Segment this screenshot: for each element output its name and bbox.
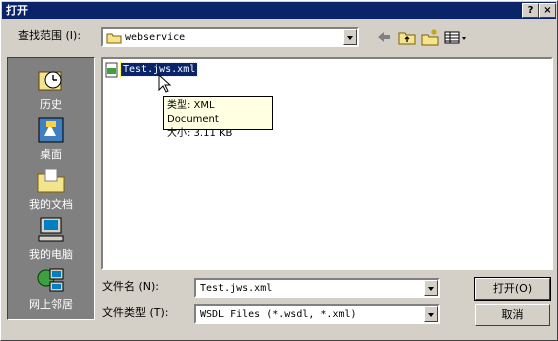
filetype-select[interactable]: WSDL Files (*.wsdl, *.xml) (194, 304, 440, 324)
view-menu-icon[interactable] (444, 27, 468, 47)
open-button[interactable]: 打开(O) (474, 277, 551, 301)
places-bar: 历史 桌面 我的文档 我的电脑 网上邻居 (7, 57, 95, 320)
place-network[interactable]: 网上邻居 (8, 266, 94, 312)
tooltip-size: 大小: 3.11 KB (167, 128, 233, 139)
desktop-icon (36, 116, 66, 144)
place-history[interactable]: 历史 (8, 66, 94, 112)
chevron-down-icon[interactable] (343, 29, 357, 45)
lookin-value: webservice (125, 32, 186, 43)
cancel-button[interactable]: 取消 (475, 304, 550, 326)
open-dialog: 打开 ? × 查找范围 (I): webservice 历史 桌面 我的文档 我… (0, 0, 558, 341)
up-folder-icon[interactable] (398, 27, 416, 47)
place-desktop-label: 桌面 (40, 148, 62, 161)
mouse-cursor-icon (158, 73, 172, 97)
chevron-down-icon[interactable] (424, 280, 438, 296)
tooltip-type: 类型: XML Document (167, 100, 219, 125)
place-my-documents-label: 我的文档 (29, 198, 73, 211)
place-my-computer[interactable]: 我的电脑 (8, 216, 94, 262)
file-list[interactable]: Test.jws.xml 类型: XML Document 大小: 3.11 K… (101, 57, 553, 270)
network-icon (36, 266, 66, 294)
lookin-label: 查找范围 (I): (18, 29, 82, 42)
filename-label: 文件名 (N): (102, 280, 160, 293)
filetype-label: 文件类型 (T): (102, 306, 169, 319)
chevron-down-icon[interactable] (424, 306, 438, 322)
filename-value: Test.jws.xml (200, 283, 273, 294)
lookin-select[interactable]: webservice (101, 27, 359, 47)
title-bar[interactable]: 打开 ? × (2, 2, 556, 19)
folder-icon (106, 32, 122, 47)
filename-input[interactable]: Test.jws.xml (194, 278, 440, 298)
history-icon (36, 66, 66, 94)
filetype-value: WSDL Files (*.wsdl, *.xml) (200, 309, 357, 320)
window-title: 打开 (6, 4, 28, 17)
place-my-documents[interactable]: 我的文档 (8, 166, 94, 212)
my-computer-icon (36, 216, 66, 244)
my-documents-icon (36, 166, 66, 194)
place-my-computer-label: 我的电脑 (29, 248, 73, 261)
back-arrow-icon[interactable] (375, 27, 393, 47)
close-button[interactable]: × (539, 3, 556, 18)
file-tooltip: 类型: XML Document 大小: 3.11 KB (163, 96, 273, 139)
place-history-label: 历史 (40, 98, 62, 111)
help-button[interactable]: ? (522, 3, 539, 18)
place-network-label: 网上邻居 (29, 298, 73, 311)
place-desktop[interactable]: 桌面 (8, 116, 94, 162)
new-folder-icon[interactable] (421, 27, 439, 47)
xml-file-icon (105, 62, 119, 81)
